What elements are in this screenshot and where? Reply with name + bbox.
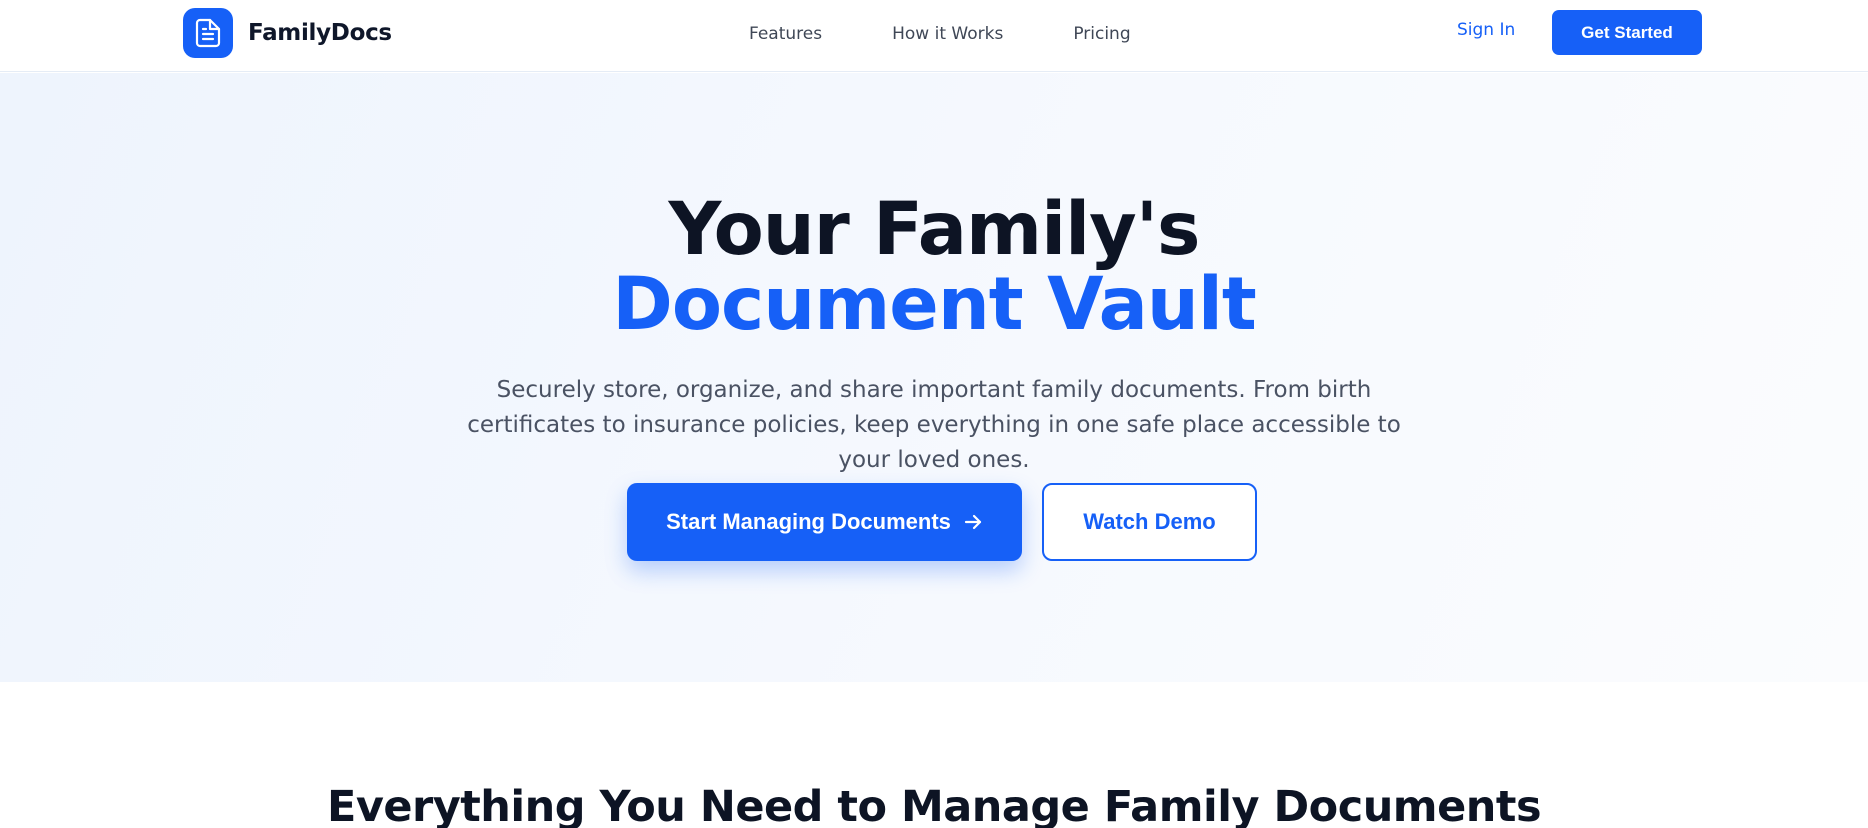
- arrow-right-icon: [963, 512, 983, 532]
- brand-logo[interactable]: FamilyDocs: [183, 8, 392, 58]
- hero-title-line2: Document Vault: [612, 262, 1257, 347]
- start-managing-button[interactable]: Start Managing Documents: [627, 483, 1022, 561]
- hero-section: Your Family's Document Vault Securely st…: [0, 73, 1868, 682]
- watch-demo-button[interactable]: Watch Demo: [1042, 483, 1257, 561]
- brand-name: FamilyDocs: [248, 20, 392, 46]
- landing-page: FamilyDocs Features How it Works Pricing…: [0, 0, 1868, 828]
- get-started-button[interactable]: Get Started: [1552, 10, 1702, 55]
- sign-in-link[interactable]: Sign In: [1457, 20, 1515, 40]
- nav-link-features[interactable]: Features: [749, 24, 822, 44]
- nav-link-how-it-works[interactable]: How it Works: [892, 24, 1003, 44]
- start-managing-label: Start Managing Documents: [666, 509, 951, 534]
- hero-title: Your Family's Document Vault: [0, 192, 1868, 342]
- nav-link-pricing[interactable]: Pricing: [1073, 24, 1130, 44]
- nav-links: Features How it Works Pricing: [749, 20, 1131, 48]
- hero-subtitle: Securely store, organize, and share impo…: [467, 377, 1401, 473]
- navbar: FamilyDocs Features How it Works Pricing…: [0, 0, 1868, 72]
- hero-title-line1: Your Family's: [668, 187, 1200, 272]
- features-heading: Everything You Need to Manage Family Doc…: [326, 782, 1542, 828]
- document-icon: [183, 8, 233, 58]
